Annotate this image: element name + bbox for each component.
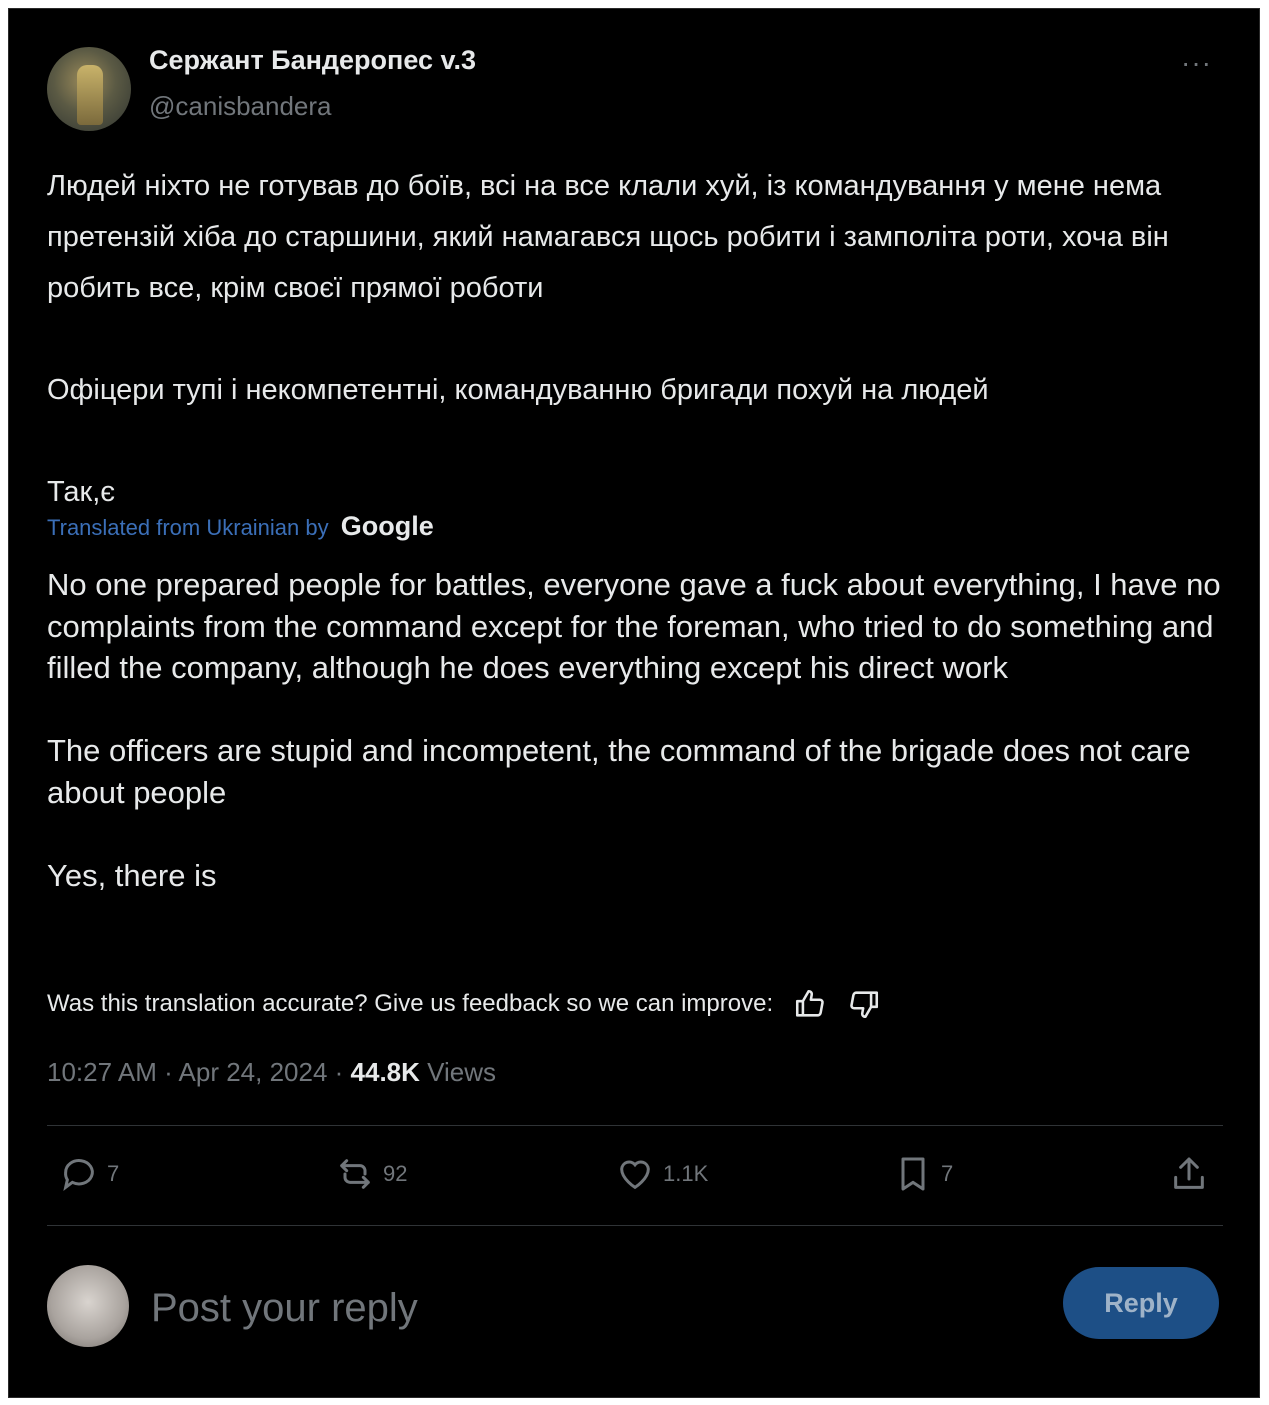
repost-icon — [340, 1159, 370, 1189]
thumbs-down-icon[interactable] — [847, 987, 881, 1021]
reply-button[interactable]: Reply — [1063, 1267, 1219, 1339]
google-logo: Google — [340, 511, 434, 541]
like-count: 1.1K — [663, 1161, 709, 1186]
views-count: 44.8K — [350, 1057, 420, 1087]
original-post-text: Людей ніхто не готував до боїв, всі на в… — [47, 170, 1169, 508]
bookmark-icon — [901, 1157, 925, 1191]
translation-attribution: Translated from Ukrainian by Google — [47, 511, 434, 542]
author-avatar[interactable] — [47, 47, 131, 131]
reply-icon — [63, 1159, 94, 1191]
repost-action[interactable]: 92 — [335, 1154, 407, 1194]
tweet-frame: Сержант Бандеропес v.3 @canisbandera ···… — [8, 8, 1260, 1398]
translated-from-label[interactable]: Translated from Ukrainian by — [47, 515, 329, 540]
post-timestamp[interactable]: 10:27 AM · Apr 24, 2024 · — [47, 1057, 343, 1087]
reply-input[interactable] — [149, 1277, 1033, 1339]
like-action[interactable]: 1.1K — [615, 1154, 708, 1194]
repost-count: 92 — [383, 1161, 408, 1186]
divider-bottom — [47, 1225, 1223, 1226]
share-icon — [1174, 1157, 1204, 1189]
views-label: Views — [427, 1057, 497, 1087]
reply-count: 7 — [107, 1161, 120, 1186]
bookmark-count: 7 — [941, 1161, 954, 1186]
avatar-figure — [77, 65, 103, 125]
current-user-avatar — [47, 1265, 129, 1347]
thumbs-up-icon[interactable] — [793, 987, 827, 1021]
author-handle[interactable]: @canisbandera — [149, 91, 332, 122]
translated-post-text: No one prepared people for battles, ever… — [47, 567, 1221, 893]
heart-icon — [620, 1160, 650, 1190]
post-meta: 10:27 AM · Apr 24, 2024 · 44.8K Views — [47, 1057, 496, 1088]
reply-action[interactable]: 7 — [59, 1154, 119, 1194]
feedback-prompt: Was this translation accurate? Give us f… — [47, 990, 774, 1017]
more-options-icon[interactable]: ··· — [1181, 47, 1212, 79]
divider-top — [47, 1125, 1223, 1126]
author-display-name[interactable]: Сержант Бандеропес v.3 — [149, 45, 476, 76]
translation-feedback: Was this translation accurate? Give us f… — [47, 987, 881, 1021]
bookmark-action[interactable]: 7 — [893, 1154, 953, 1194]
share-action[interactable] — [1169, 1154, 1217, 1194]
